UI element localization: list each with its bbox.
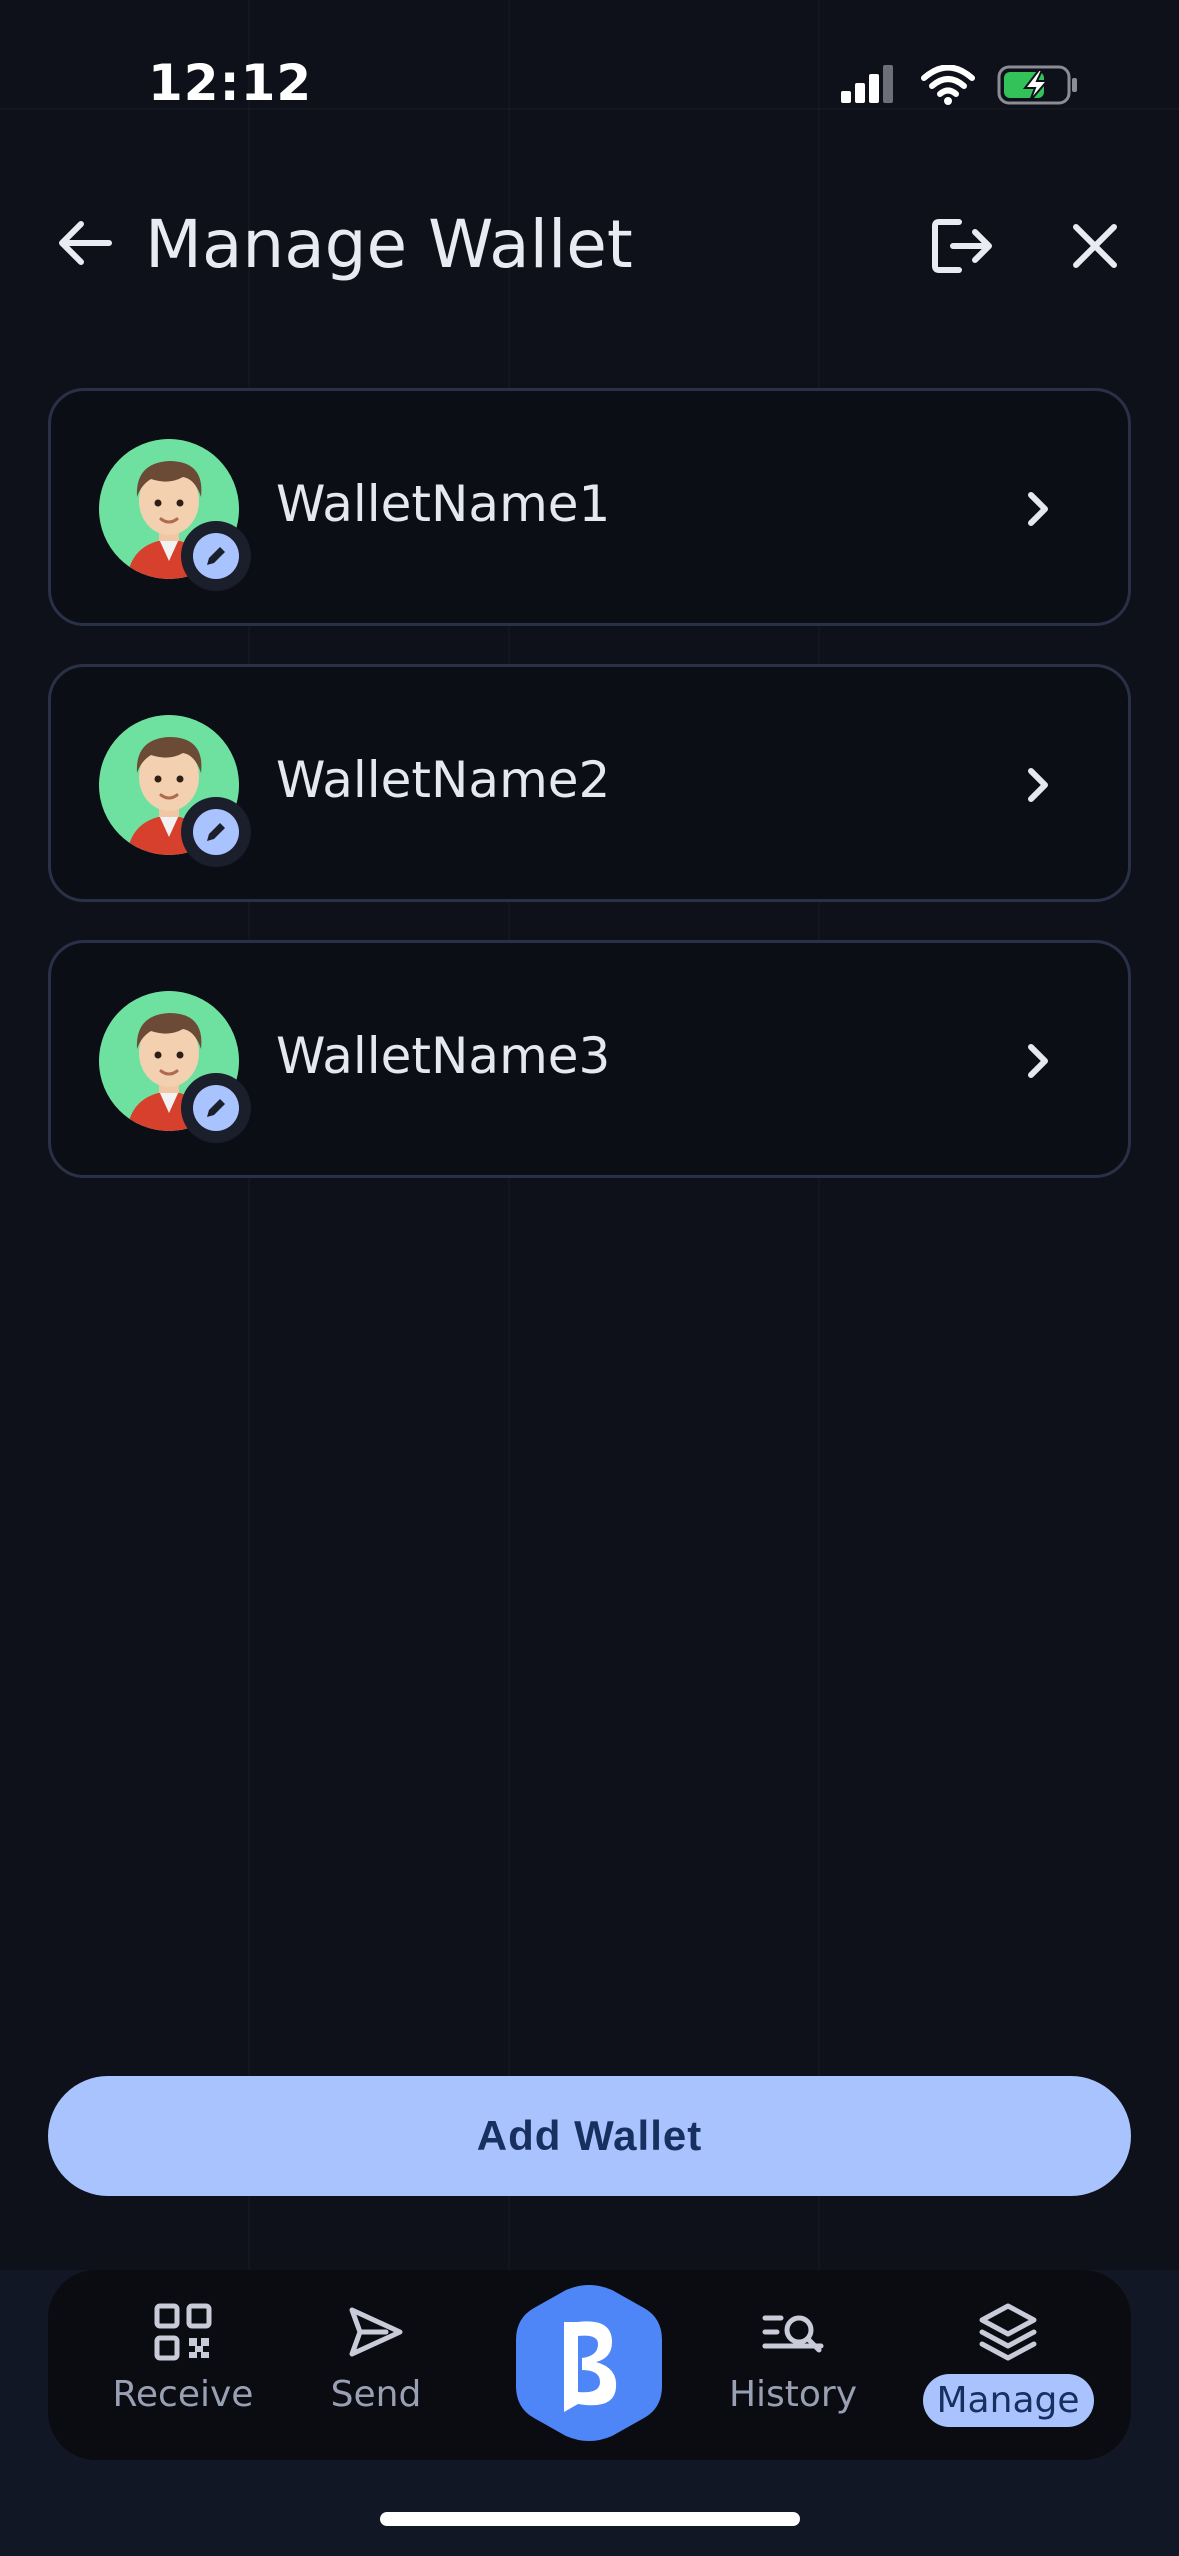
chevron-right-icon [1008,479,1068,539]
close-button[interactable] [1055,208,1135,288]
nav-item-history[interactable]: History [708,2270,878,2460]
home-indicator [380,2512,800,2526]
brand-logo-icon [516,2284,662,2446]
pencil-icon [193,809,239,855]
wallet-list: WalletName1 WalletName2 WalletName3 [48,388,1131,1216]
page-title: Manage Wallet [145,206,633,283]
edit-avatar-button[interactable] [181,797,251,867]
pencil-icon [193,533,239,579]
status-time: 12:12 [148,54,313,112]
nav-item-receive[interactable]: Receive [98,2270,268,2460]
nav-label: History [728,2374,858,2415]
nav-item-manage[interactable]: Manage [922,2270,1094,2460]
wallet-card[interactable]: WalletName3 [48,940,1131,1178]
qr-code-icon [151,2300,215,2364]
logout-button[interactable] [922,208,1002,288]
close-icon [1070,221,1120,275]
nav-label: Send [330,2374,422,2415]
chevron-right-icon [1008,1031,1068,1091]
nav-item-send[interactable]: Send [291,2270,461,2460]
edit-avatar-button[interactable] [181,1073,251,1143]
nav-label: Receive [112,2374,254,2415]
back-button[interactable] [50,210,120,280]
logout-icon [929,216,995,280]
battery-charging-icon [997,64,1079,110]
wallet-card[interactable]: WalletName2 [48,664,1131,902]
screen: 12:12 Manage Wallet WalletName1 WalletNa… [0,0,1179,2556]
header: Manage Wallet [0,190,1179,300]
center-home-button[interactable] [516,2284,662,2446]
wallet-name: WalletName2 [276,751,611,809]
nav-label-active: Manage [922,2374,1094,2427]
wallet-card[interactable]: WalletName1 [48,388,1131,626]
status-icons [839,64,1079,110]
arrow-left-icon [57,218,113,272]
status-bar: 12:12 [0,0,1179,170]
history-search-icon [761,2300,825,2364]
wifi-icon [921,64,975,109]
cellular-signal-icon [839,65,899,109]
add-wallet-button[interactable]: Add Wallet [48,2076,1131,2196]
wallet-name: WalletName3 [276,1027,611,1085]
wallet-name: WalletName1 [276,475,611,533]
chevron-right-icon [1008,755,1068,815]
edit-avatar-button[interactable] [181,521,251,591]
send-icon [344,2300,408,2364]
pencil-icon [193,1085,239,1131]
layers-icon [976,2300,1040,2364]
